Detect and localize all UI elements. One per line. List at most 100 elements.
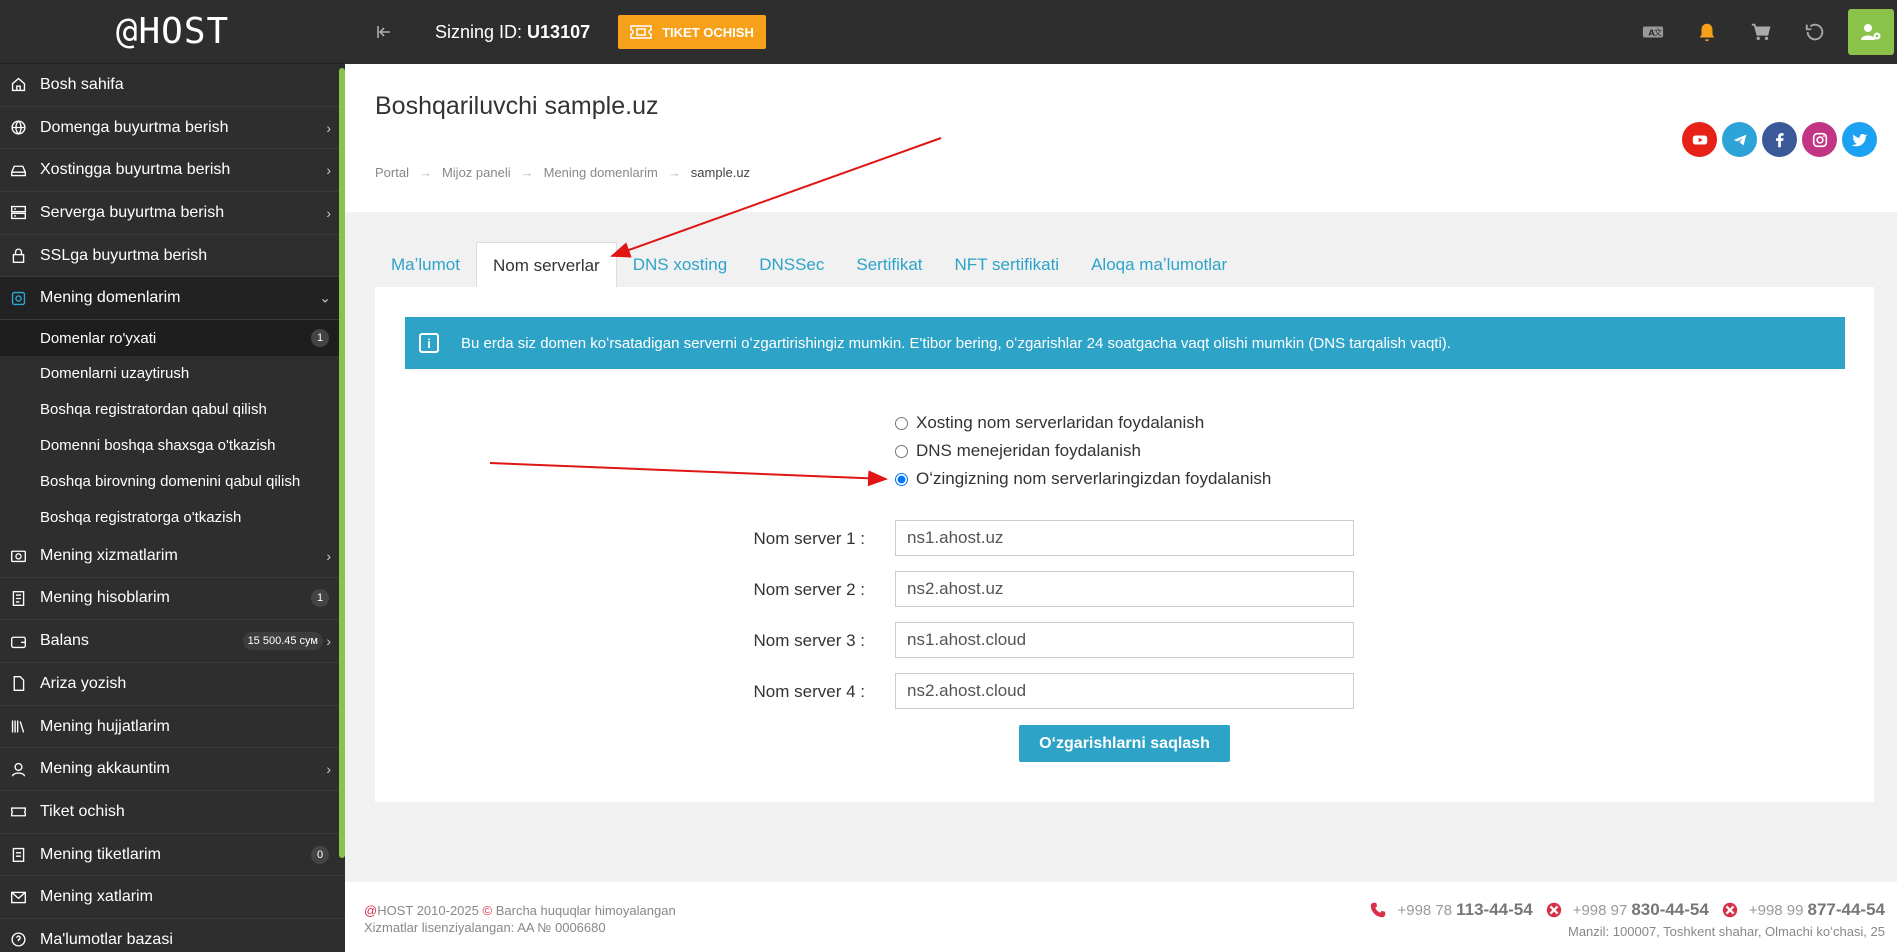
save-changes-button[interactable]: Oʻzgarishlarni saqlash: [1019, 725, 1230, 762]
phone-3-number: 877-44-54: [1807, 900, 1885, 919]
breadcrumb-client-panel[interactable]: Mijoz paneli: [442, 165, 511, 180]
sidebar-item-label: Domenga buyurtma berish: [40, 118, 229, 136]
sidebar-item-server-order[interactable]: Serverga buyurtma berish ›: [0, 192, 345, 235]
sidebar-item-label: Tiket ochish: [40, 802, 125, 820]
logo[interactable]: @HOST: [0, 0, 345, 64]
sidebar-subitem-label: Boshqa registratorga o'tkazish: [40, 508, 242, 526]
breadcrumb-portal[interactable]: Portal: [375, 165, 409, 180]
sidebar-item-label: Mening akkauntim: [40, 760, 170, 778]
nameserver-2-label: Nom server 2 :: [753, 580, 865, 599]
open-ticket-button[interactable]: TIKET OCHISH: [618, 15, 766, 49]
sidebar-item-mail[interactable]: Mening xatlarim: [0, 876, 345, 920]
domain-tabs: Maʼlumot Nom serverlar DNS xosting DNSSe…: [375, 242, 1243, 288]
tab-nameservers[interactable]: Nom serverlar: [475, 242, 617, 288]
tab-certificate[interactable]: Sertifikat: [840, 242, 938, 288]
sidebar-subitem-accept-domain[interactable]: Boshqa birovning domenini qabul qilish: [0, 463, 345, 499]
nameserver-row-4: Nom server 4 :: [375, 673, 1874, 709]
server-icon: [9, 204, 27, 222]
twitter-icon[interactable]: [1842, 122, 1877, 157]
history-icon[interactable]: [1788, 0, 1842, 64]
translate-icon[interactable]: A文: [1626, 0, 1680, 64]
radio-dns-manager[interactable]: DNS menejeridan foydalanish: [895, 437, 1271, 465]
sidebar-item-knowledge-base[interactable]: Ma'lumotlar bazasi: [0, 919, 345, 952]
tab-info[interactable]: Maʼlumot: [375, 242, 476, 288]
sidebar-item-label: SSLga buyurtma berish: [40, 246, 208, 264]
sidebar-item-tickets[interactable]: Mening tiketlarim 0: [0, 834, 345, 877]
sidebar-item-label: Mening tiketlarim: [40, 845, 161, 863]
nameserver-2-input[interactable]: [895, 571, 1354, 607]
phone-3[interactable]: +998 99 877-44-54: [1749, 900, 1885, 920]
chevron-right-icon: ›: [326, 633, 331, 650]
radio-label: DNS menejeridan foydalanish: [916, 441, 1141, 460]
radio-input-dns-manager[interactable]: [895, 444, 908, 458]
radio-input-hosting-ns[interactable]: [895, 416, 908, 430]
sidebar-item-ssl-order[interactable]: SSLga buyurtma berish: [0, 235, 345, 278]
user-id-label: Sizning ID: U13107: [435, 22, 590, 43]
sidebar-item-hosting-order[interactable]: Xostingga buyurtma berish ›: [0, 149, 345, 193]
sidebar-item-open-ticket[interactable]: Tiket ochish: [0, 791, 345, 834]
page-header: Boshqariluvchi sample.uz Portal → Mijoz …: [345, 64, 1897, 212]
radio-hosting-ns[interactable]: Xosting nom serverlaridan foydalanish: [895, 409, 1271, 437]
phone-2-number: 830-44-54: [1631, 900, 1709, 919]
sidebar-subitem-transfer-in[interactable]: Boshqa registratordan qabul qilish: [0, 392, 345, 428]
bell-icon[interactable]: [1680, 0, 1734, 64]
tab-dns-hosting[interactable]: DNS xosting: [617, 242, 743, 288]
tab-nft-certificate[interactable]: NFT sertifikati: [939, 242, 1076, 288]
facebook-icon[interactable]: [1762, 122, 1797, 157]
phone-1[interactable]: +998 78 113-44-54: [1397, 900, 1532, 920]
sidebar-item-services[interactable]: Mening xizmatlarim ›: [0, 535, 345, 578]
sidebar-item-application[interactable]: Ariza yozish: [0, 663, 345, 706]
help-icon: [9, 931, 27, 949]
copyright-icon: ©: [482, 903, 493, 918]
phone-1-number: 113-44-54: [1456, 900, 1533, 919]
mobile-operator-icon: [1546, 902, 1561, 918]
sidebar-subitem-renew[interactable]: Domenlarni uzaytirush: [0, 356, 345, 392]
user-id-value: U13107: [527, 21, 591, 42]
phone-1-prefix: +998 78: [1397, 902, 1453, 919]
radio-label: Xosting nom serverlaridan foydalanish: [916, 413, 1205, 432]
nameserver-4-input[interactable]: [895, 673, 1354, 709]
sidebar-item-invoices[interactable]: Mening hisoblarim 1: [0, 578, 345, 621]
chevron-right-icon: ›: [326, 204, 331, 221]
sidebar-subitem-transfer-owner[interactable]: Domenni boshqa shaxsga o'tkazish: [0, 428, 345, 464]
sidebar-item-my-domains[interactable]: Mening domenlarim ⌄: [0, 277, 345, 321]
user-settings-button[interactable]: [1848, 9, 1894, 55]
count-badge: 0: [311, 845, 329, 864]
tab-dnssec[interactable]: DNSSec: [743, 242, 840, 288]
sidebar-subitem-transfer-out[interactable]: Boshqa registratorga o'tkazish: [0, 499, 345, 535]
sidebar-item-domain-order[interactable]: Domenga buyurtma berish ›: [0, 107, 345, 150]
info-alert-text: Bu erda siz domen koʻrsatadigan serverni…: [461, 334, 1451, 352]
telegram-icon[interactable]: [1722, 122, 1757, 157]
sidebar-item-documents[interactable]: Mening hujjatlarim: [0, 706, 345, 749]
sidebar-item-label: Xostingga buyurtma berish: [40, 161, 231, 179]
info-icon: i: [419, 333, 439, 353]
page-title: Boshqariluvchi sample.uz: [375, 92, 659, 120]
nameserver-1-input[interactable]: [895, 520, 1354, 556]
sidebar-item-balance[interactable]: Balans 15 500.45 сум ›: [0, 620, 345, 663]
count-badge: 1: [311, 329, 329, 348]
balance-badge: 15 500.45 сум: [242, 632, 323, 651]
globe-icon: [9, 119, 27, 137]
instagram-icon[interactable]: [1802, 122, 1837, 157]
sidebar-subitem-domain-list[interactable]: Domenlar ro'yxati 1: [0, 320, 345, 356]
info-alert: i Bu erda siz domen koʻrsatadigan server…: [405, 317, 1845, 369]
collapse-sidebar-icon[interactable]: [369, 17, 399, 47]
sidebar-item-account[interactable]: Mening akkauntim ›: [0, 748, 345, 792]
rights-text: Barcha huquqlar himoyalangan: [495, 903, 676, 918]
cart-icon[interactable]: [1734, 0, 1788, 64]
copyright-at: @: [364, 903, 378, 918]
tab-contacts[interactable]: Aloqa maʼlumotlar: [1075, 242, 1243, 288]
sidebar: @HOST Bosh sahifa Domenga buyurtma beris…: [0, 0, 345, 952]
phone-numbers: +998 78 113-44-54 +998 97 830-44-54 +998 9…: [1357, 900, 1885, 920]
radio-custom-ns[interactable]: Oʻzingizning nom serverlaringizdan foyda…: [895, 465, 1271, 493]
breadcrumb-my-domains[interactable]: Mening domenlarim: [544, 165, 658, 180]
radio-input-custom-ns[interactable]: [895, 472, 908, 486]
sidebar-item-home[interactable]: Bosh sahifa: [0, 64, 345, 107]
count-badge: 1: [311, 589, 329, 608]
phone-2[interactable]: +998 97 830-44-54: [1573, 900, 1709, 920]
nameserver-3-input[interactable]: [895, 622, 1354, 658]
sidebar-item-label: Mening xatlarim: [40, 888, 153, 906]
youtube-icon[interactable]: [1682, 122, 1717, 157]
sidebar-item-label: Mening xizmatlarim: [40, 546, 178, 564]
sidebar-item-label: Serverga buyurtma berish: [40, 203, 225, 221]
